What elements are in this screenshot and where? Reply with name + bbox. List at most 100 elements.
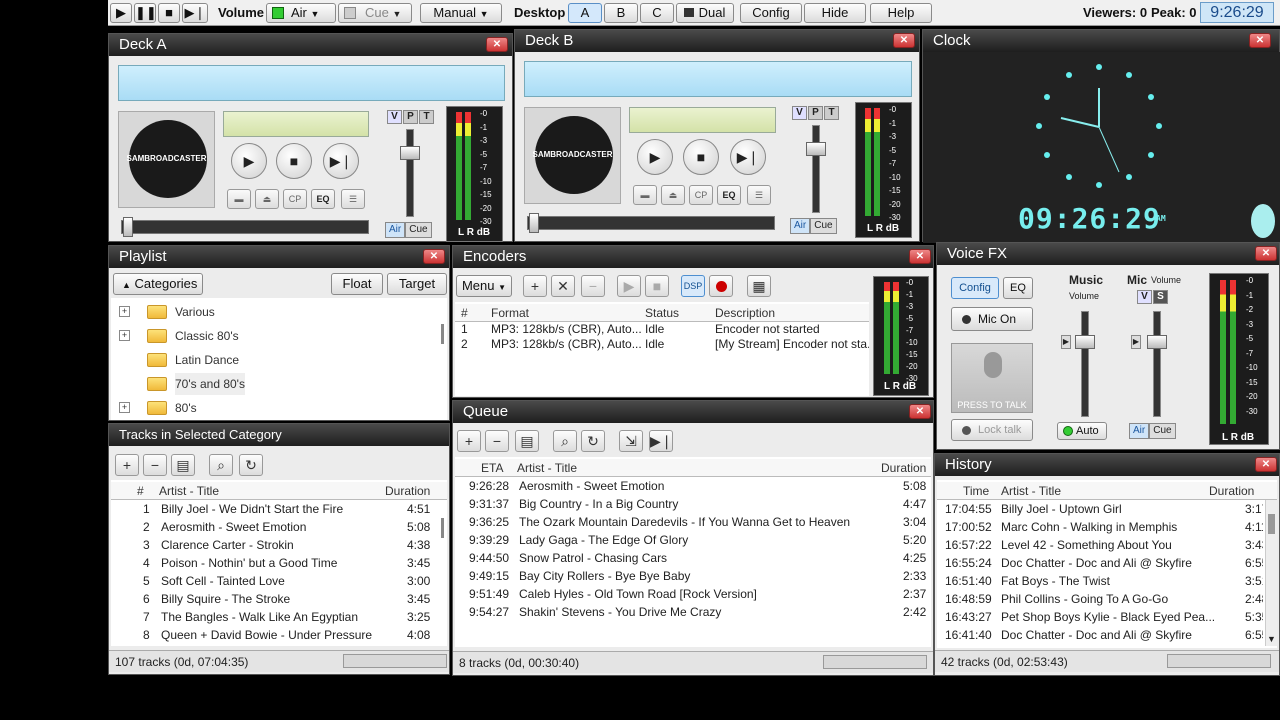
scrollbar-thumb[interactable] xyxy=(1268,514,1275,534)
table-row[interactable]: 9:26:28 Aerosmith - Sweet Emotion 5:08 xyxy=(455,477,931,495)
close-icon[interactable]: ✕ xyxy=(423,249,445,264)
search-icon[interactable]: ⌕ xyxy=(209,454,233,476)
close-icon[interactable]: ✕ xyxy=(1249,33,1271,48)
tree-item[interactable]: + Various xyxy=(119,301,419,323)
refresh-icon[interactable]: ↻ xyxy=(239,454,263,476)
hide-button[interactable]: Hide xyxy=(804,3,866,23)
add-icon[interactable]: + xyxy=(457,430,481,452)
scrollbar-thumb[interactable] xyxy=(441,324,444,344)
dual-button[interactable]: Dual xyxy=(676,3,734,23)
float-button[interactable]: Float xyxy=(331,273,383,295)
play-icon[interactable]: ▶ xyxy=(617,275,641,297)
music-volume-fader[interactable] xyxy=(1081,311,1089,417)
deck-a-vpt-buttons[interactable]: VPT xyxy=(387,110,435,124)
deck-a-volume-fader[interactable] xyxy=(406,129,414,217)
table-row[interactable]: 1 Billy Joel - We Didn't Start the Fire 4:… xyxy=(111,500,447,518)
encoders-menu-button[interactable]: Menu ▼ xyxy=(456,275,512,297)
deck-a-volume-handle[interactable] xyxy=(400,146,420,160)
config-button[interactable]: Config xyxy=(740,3,802,23)
table-row[interactable]: 16:43:27 Pet Shop Boys Kylie - Black Eyed… xyxy=(937,608,1263,626)
close-icon[interactable]: ✕ xyxy=(909,404,931,419)
deck-a-air-cue[interactable]: Air Cue xyxy=(385,222,432,238)
table-row[interactable]: 9:44:50 Snow Patrol - Chasing Cars 4:25 xyxy=(455,549,931,567)
v-button[interactable]: V xyxy=(387,110,402,124)
history-scrollbar[interactable]: ▼ xyxy=(1265,500,1277,646)
table-row[interactable]: 2 MP3: 128kb/s (CBR), Auto... Idle [My Stre… xyxy=(455,337,869,351)
eject-icon[interactable]: ⏏ xyxy=(255,189,279,209)
voicefx-config-button[interactable]: Config xyxy=(951,277,999,299)
deck-a-seek-bar[interactable] xyxy=(121,220,369,234)
export-icon[interactable]: ⇲ xyxy=(619,430,643,452)
table-row[interactable]: 16:55:24 Doc Chatter - Doc and Ali @ Skyf… xyxy=(937,554,1263,572)
air-button[interactable]: Air xyxy=(385,222,406,238)
p-button[interactable]: P xyxy=(808,106,823,120)
deck-a-cp-button[interactable]: CP xyxy=(283,189,307,209)
desktop-a-button[interactable]: A xyxy=(568,3,602,23)
arrow-right-icon[interactable]: ▶ xyxy=(1061,335,1071,349)
deck-b-menu-button[interactable]: ☰ xyxy=(747,185,771,205)
close-icon[interactable]: ✕ xyxy=(909,249,931,264)
tree-item[interactable]: Latin Dance xyxy=(119,349,419,371)
add-icon[interactable]: + xyxy=(523,275,547,297)
table-row[interactable]: 9:49:15 Bay City Rollers - Bye Bye Baby 2:… xyxy=(455,567,931,585)
expand-icon[interactable]: + xyxy=(119,402,130,413)
table-row[interactable]: 6 Billy Squire - The Stroke 3:45 xyxy=(111,590,447,608)
arrow-right-icon[interactable]: ▶ xyxy=(1131,335,1141,349)
table-row[interactable]: 9:54:27 Shakin' Stevens - You Drive Me Cr… xyxy=(455,603,931,621)
tools-icon[interactable]: ✕ xyxy=(551,275,575,297)
table-row[interactable]: 9:31:37 Big Country - In a Big Country 4:4… xyxy=(455,495,931,513)
target-button[interactable]: Target xyxy=(387,273,447,295)
table-row[interactable]: 17:04:55Billy Joel - Uptown Girl3:17 xyxy=(937,500,1263,518)
voicefx-eq-button[interactable]: EQ xyxy=(1003,277,1033,299)
deck-a-next-button[interactable]: ▶❘ xyxy=(323,143,359,179)
desktop-c-button[interactable]: C xyxy=(640,3,674,23)
help-button[interactable]: Help xyxy=(870,3,932,23)
table-row[interactable]: 9:36:25 The Ozark Mountain Daredevils - I… xyxy=(455,513,931,531)
table-row[interactable]: 5 Soft Cell - Tainted Love 3:00 xyxy=(111,572,447,590)
deck-a-menu-button[interactable]: ☰ xyxy=(341,189,365,209)
press-to-talk-button[interactable]: PRESS TO TALK xyxy=(951,343,1033,413)
s-button[interactable]: S xyxy=(1153,290,1168,304)
eject-icon[interactable]: ⏏ xyxy=(661,185,685,205)
close-icon[interactable]: ✕ xyxy=(1255,457,1277,472)
close-icon[interactable]: ✕ xyxy=(486,37,508,52)
chevron-down-icon[interactable]: ▼ xyxy=(1267,634,1276,644)
v-button[interactable]: V xyxy=(1137,290,1152,304)
deck-b-eq-button[interactable]: EQ xyxy=(717,185,741,205)
deck-a-eq-button[interactable]: EQ xyxy=(311,189,335,209)
manual-dropdown[interactable]: Manual ▼ xyxy=(420,3,502,23)
save-icon[interactable]: ▤ xyxy=(515,430,539,452)
air-button[interactable]: Air xyxy=(1129,423,1150,439)
table-row[interactable]: 16:41:40 Doc Chatter - Doc and Ali @ Skyf… xyxy=(937,626,1263,644)
skip-icon[interactable]: ▶❘ xyxy=(649,430,673,452)
table-row[interactable]: 16:57:22 Level 42 - Something About You 3:… xyxy=(937,536,1263,554)
lock-talk-button[interactable]: Lock talk xyxy=(951,419,1033,441)
stats-icon[interactable]: ▦ xyxy=(747,275,771,297)
deck-a-seek-handle[interactable] xyxy=(123,217,133,237)
categories-button[interactable]: ▲ Categories xyxy=(113,273,203,295)
tree-item[interactable]: 70's and 80's xyxy=(119,373,419,395)
table-row[interactable]: 4 Poison - Nothin' but a Good Time 3:45 xyxy=(111,554,447,572)
t-button[interactable]: T xyxy=(824,106,839,120)
table-row[interactable]: 16:48:59 Phil Collins - Going To A Go-Go 2… xyxy=(937,590,1263,608)
expand-icon[interactable]: + xyxy=(119,306,130,317)
table-row[interactable]: 9:51:49 Caleb Hyles - Old Town Road [Rock… xyxy=(455,585,931,603)
next-button[interactable]: ▶❘ xyxy=(182,3,208,23)
close-icon[interactable]: ✕ xyxy=(893,33,915,48)
tree-item[interactable]: +80's xyxy=(119,397,419,419)
close-icon[interactable]: ✕ xyxy=(1255,246,1277,261)
stop-button[interactable]: ■ xyxy=(158,3,180,23)
mic-volume-handle[interactable] xyxy=(1147,335,1167,349)
deck-b-air-cue[interactable]: Air Cue xyxy=(790,218,837,234)
cue-button[interactable]: Cue xyxy=(405,222,432,238)
deck-b-vpt-buttons[interactable]: VPT xyxy=(792,106,840,120)
tree-item[interactable]: + Classic 80's xyxy=(119,325,419,347)
t-button[interactable]: T xyxy=(419,110,434,124)
scrollbar-thumb[interactable] xyxy=(441,518,444,538)
table-row[interactable]: 8 Queen + David Bowie - Under Pressure 4:0… xyxy=(111,626,447,644)
remove-icon[interactable]: − xyxy=(143,454,167,476)
deck-a-rewind-button[interactable]: ▬ xyxy=(227,189,251,209)
dsp-button[interactable]: DSP xyxy=(681,275,705,297)
table-row[interactable]: 3 Clarence Carter - Strokin 4:38 xyxy=(111,536,447,554)
deck-b-next-button[interactable]: ▶❘ xyxy=(730,139,766,175)
